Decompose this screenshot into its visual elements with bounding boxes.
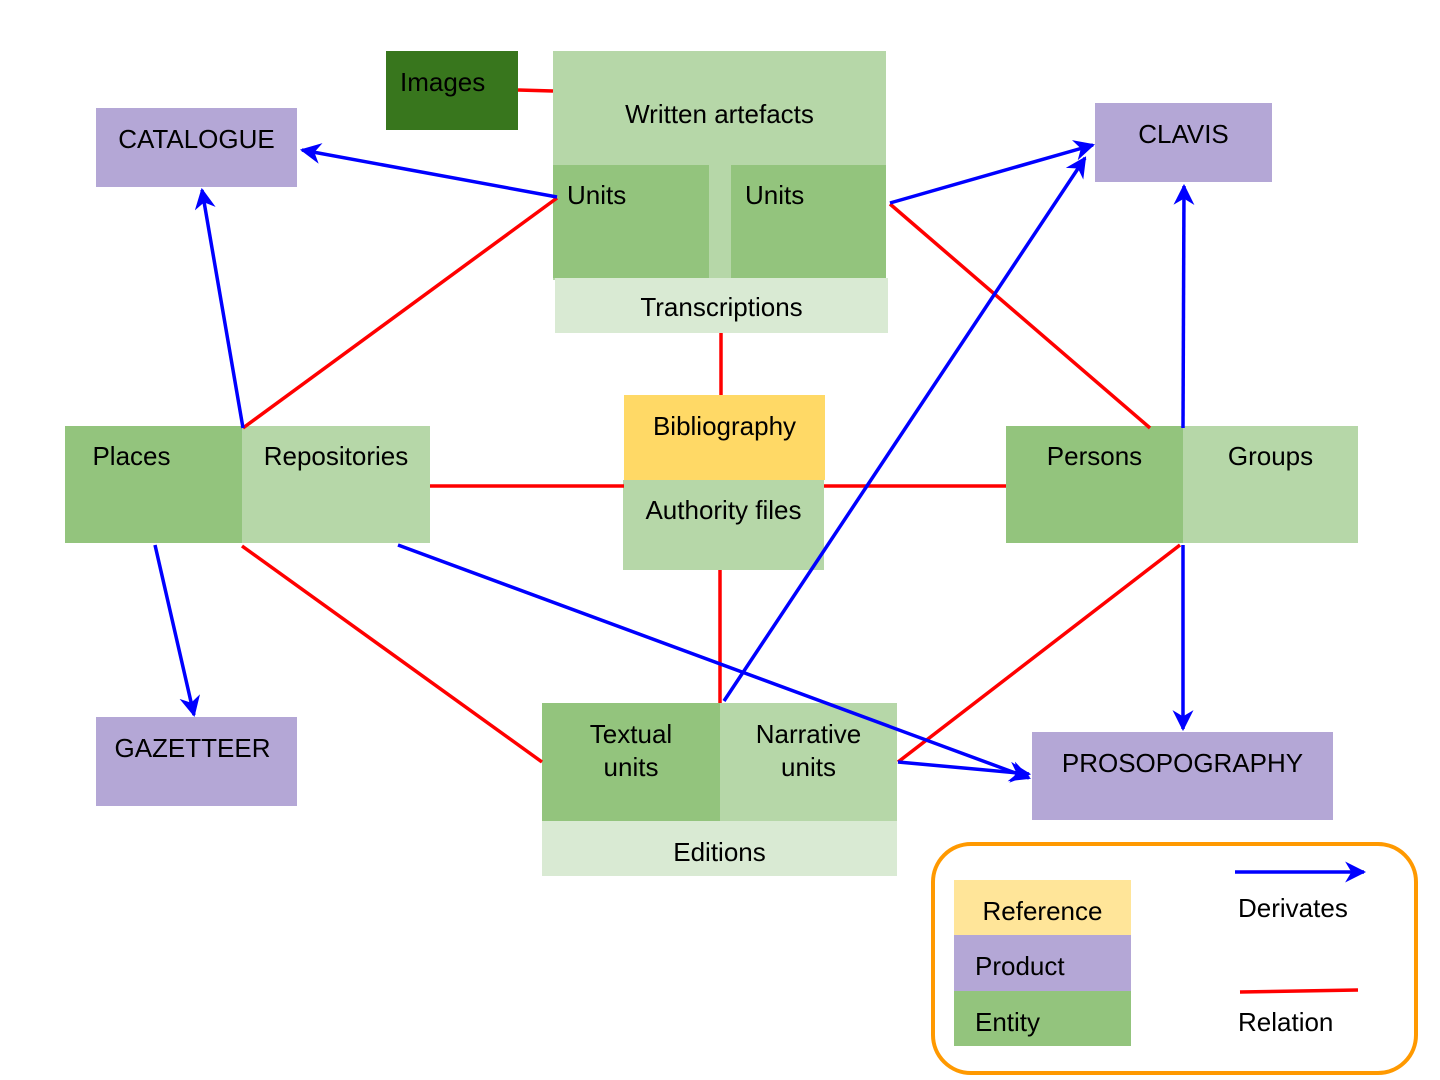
legend-relation-line [1239, 988, 1359, 994]
relation-persons-narrative [896, 543, 1182, 764]
relation-places-textual [240, 544, 544, 764]
derivates-persons-clavis [1173, 183, 1195, 429]
derivates-narrative-prosopography [897, 760, 1032, 783]
relation-images-artefacts [517, 88, 554, 93]
derivates-textual-clavis [722, 156, 1087, 702]
derivates-places-gazetteer [153, 544, 201, 718]
edges-layer [153, 88, 1367, 994]
derivates-units-catalogue [299, 143, 558, 199]
derivates-places-catalogue [194, 187, 245, 429]
relation-units-repositories [241, 196, 559, 430]
derivates-repositories-prosopography [397, 543, 1031, 782]
